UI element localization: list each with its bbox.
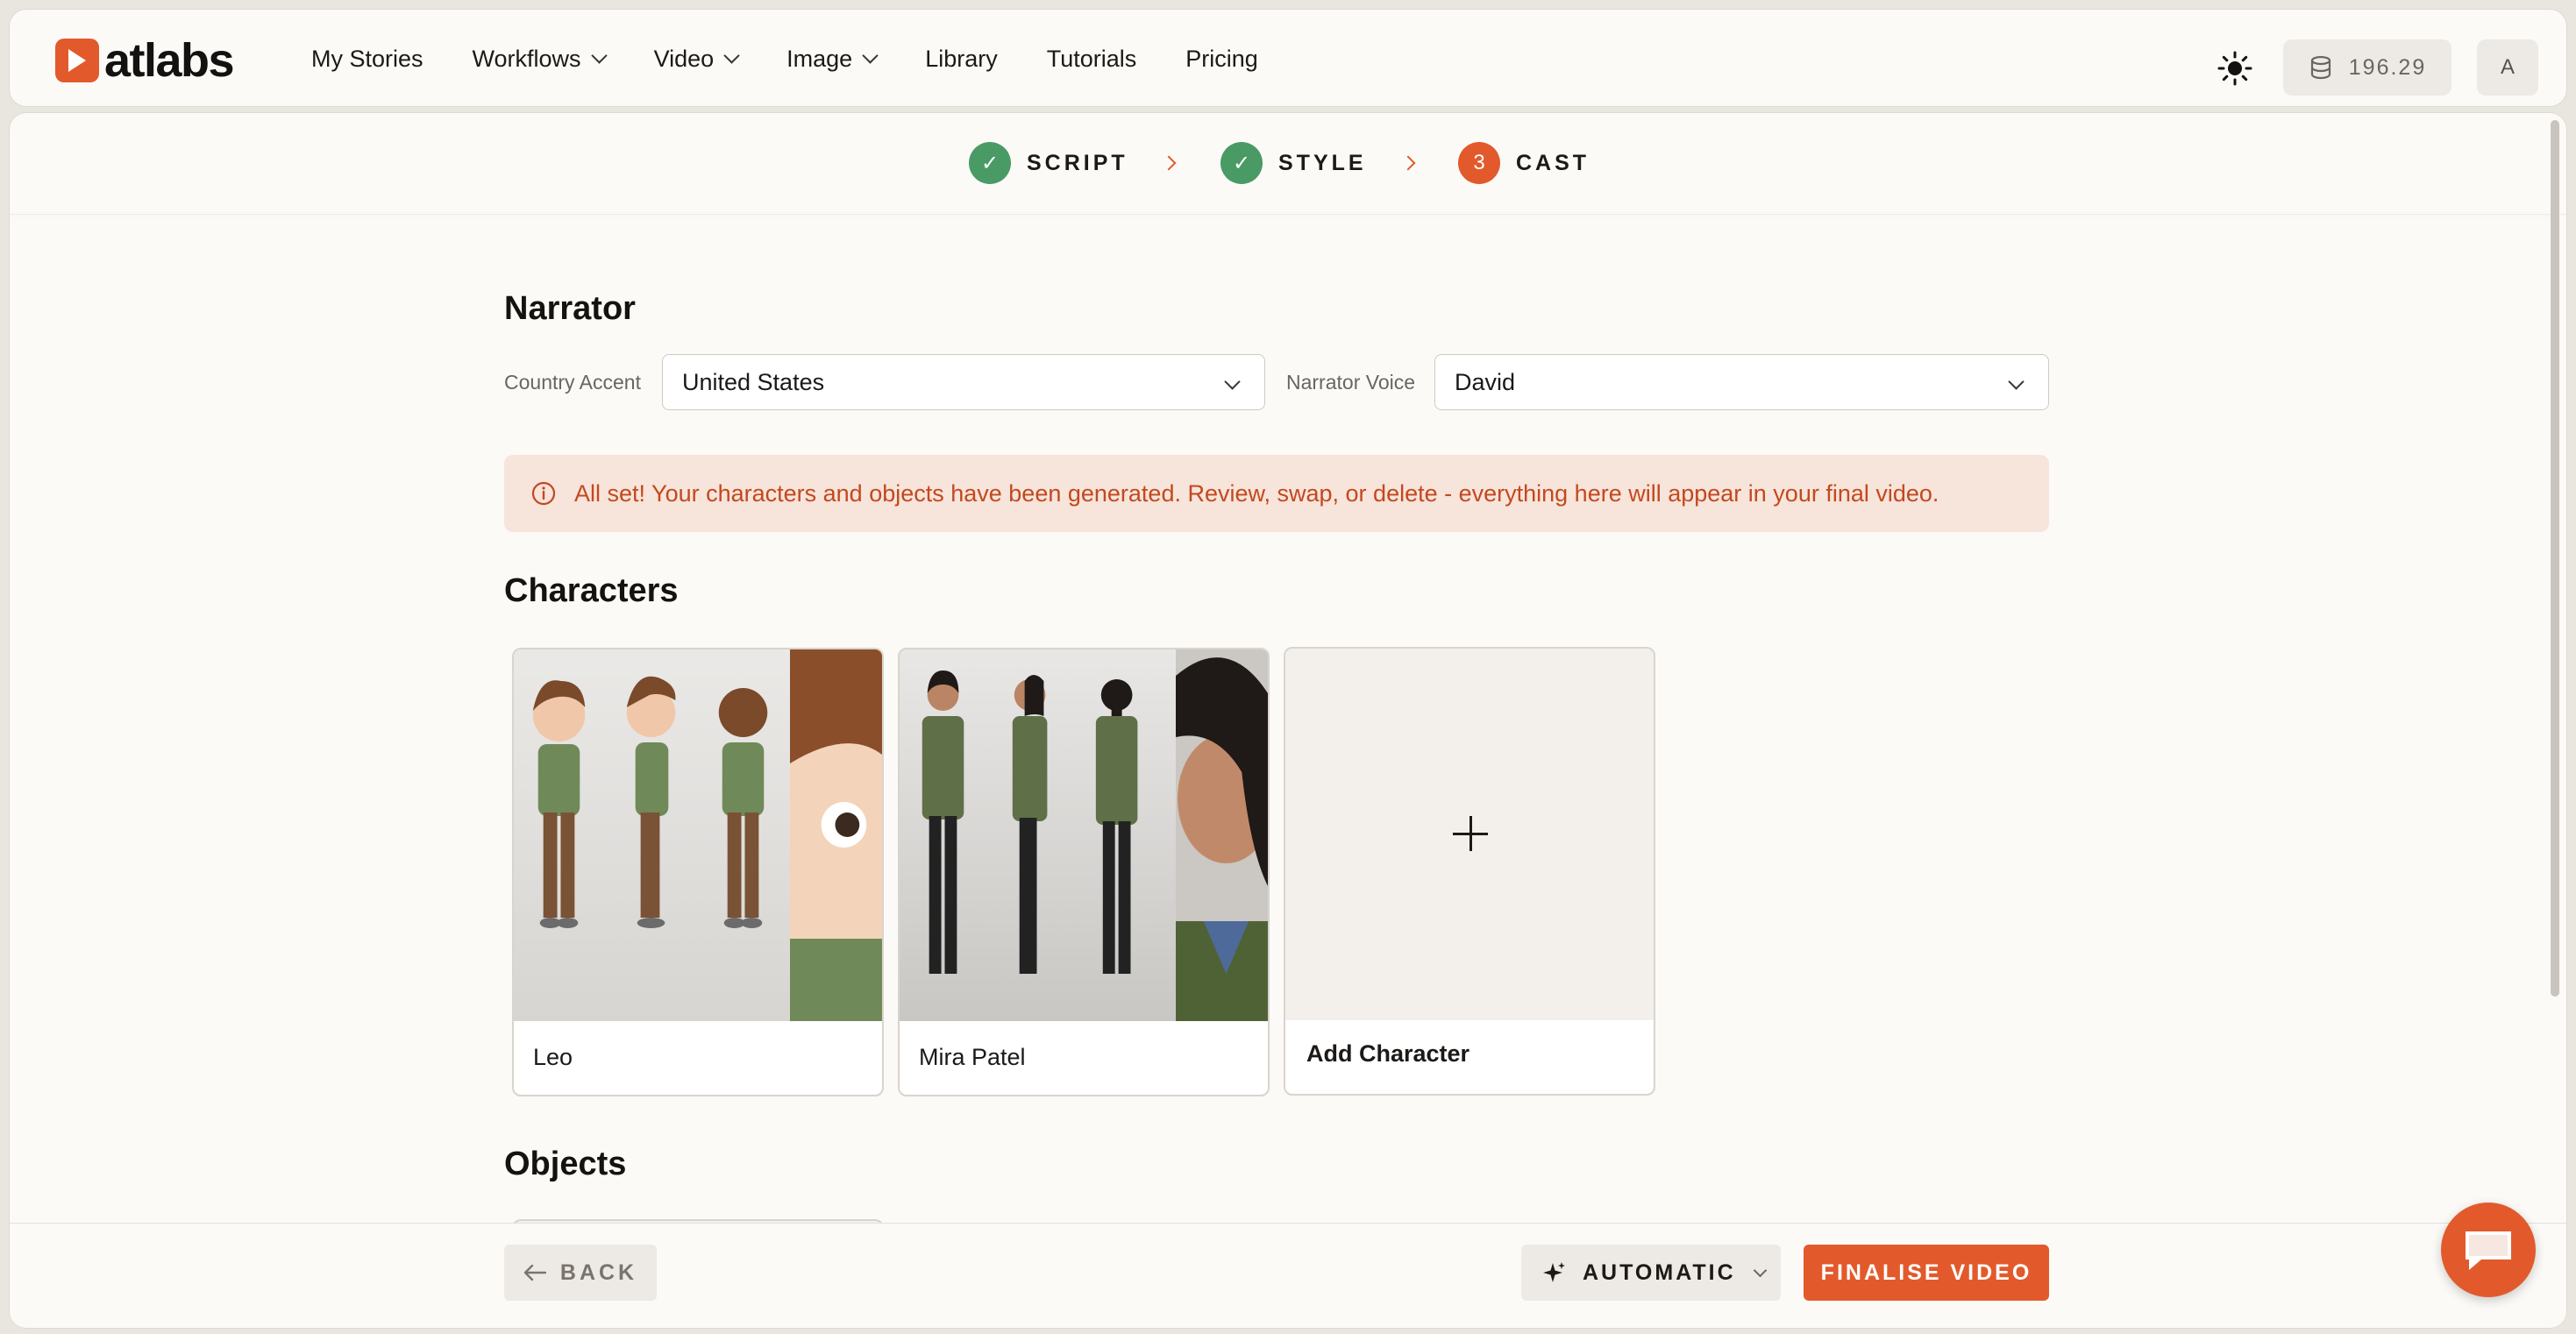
- character-card-leo[interactable]: Leo: [512, 648, 884, 1096]
- nav-label: Tutorials: [1046, 45, 1137, 72]
- credits-balance-button[interactable]: 196.29: [2283, 39, 2451, 96]
- check-icon: ✓: [1220, 142, 1263, 184]
- sparkle-icon: [1543, 1262, 1565, 1282]
- footer-bar: BACK AUTOMATIC FINALISE VIDEO: [10, 1223, 2566, 1328]
- chevron-down-icon: [590, 46, 608, 64]
- nav-item-library[interactable]: Library: [925, 46, 998, 73]
- progress-stepper: ✓ SCRIPT ✓ STYLE 3 CAST: [10, 113, 2566, 215]
- chevron-down-icon: [1224, 373, 1241, 390]
- logo-text: atlabs: [104, 34, 235, 87]
- notice-banner: All set! Your characters and objects hav…: [504, 455, 2049, 532]
- character-card-mira-patel[interactable]: Mira Patel: [898, 648, 1270, 1096]
- chevron-down-icon: [1753, 1263, 1767, 1277]
- finalise-video-button[interactable]: FINALISE VIDEO: [1804, 1245, 2049, 1301]
- chevron-right-icon: [1161, 155, 1177, 171]
- nav-label: Workflows: [472, 45, 581, 72]
- automatic-label: AUTOMATIC: [1583, 1259, 1736, 1285]
- scrollbar-thumb[interactable]: [2551, 120, 2559, 997]
- back-button[interactable]: BACK: [504, 1245, 657, 1301]
- character-image-mira-patel: [900, 649, 1268, 1021]
- user-avatar-button[interactable]: A: [2477, 39, 2538, 96]
- chevron-down-icon: [723, 46, 740, 64]
- add-character-card[interactable]: Add Character: [1284, 647, 1655, 1096]
- nav-item-tutorials[interactable]: Tutorials: [1047, 46, 1137, 73]
- nav-label: My Stories: [311, 45, 423, 72]
- nav-label: Pricing: [1185, 45, 1258, 72]
- chat-support-button[interactable]: [2441, 1203, 2536, 1297]
- chat-bubble-icon: [2466, 1231, 2511, 1270]
- arrow-left-icon: [523, 1264, 546, 1281]
- chevron-down-icon: [862, 46, 879, 64]
- narrator-voice-select[interactable]: David: [1434, 354, 2049, 410]
- nav-item-video[interactable]: Video: [653, 45, 740, 73]
- add-character-label: Add Character: [1306, 1040, 1470, 1067]
- objects-heading: Objects: [504, 1146, 627, 1182]
- notice-text: All set! Your characters and objects hav…: [574, 479, 1939, 507]
- back-label: BACK: [559, 1259, 638, 1285]
- step-script[interactable]: ✓ SCRIPT: [969, 142, 1128, 184]
- nav-item-pricing[interactable]: Pricing: [1185, 46, 1258, 73]
- sun-icon[interactable]: [2217, 51, 2252, 86]
- chevron-down-icon: [2008, 373, 2025, 390]
- characters-heading: Characters: [504, 572, 679, 609]
- step-style[interactable]: ✓ STYLE: [1220, 142, 1367, 184]
- step-label: SCRIPT: [1027, 150, 1128, 175]
- step-number-badge: 3: [1458, 142, 1500, 184]
- check-icon: ✓: [969, 142, 1011, 184]
- country-accent-select[interactable]: United States: [662, 354, 1265, 410]
- main-nav: My Stories Workflows Video Image Library…: [311, 41, 1307, 76]
- narrator-voice-value: David: [1455, 368, 1516, 395]
- nav-item-workflows[interactable]: Workflows: [472, 45, 608, 73]
- nav-item-my-stories[interactable]: My Stories: [311, 46, 423, 73]
- narrator-heading: Narrator: [504, 290, 636, 327]
- step-label: CAST: [1516, 150, 1590, 175]
- logo-mark-icon: [55, 39, 99, 82]
- nav-item-image[interactable]: Image: [786, 45, 879, 73]
- country-accent-value: United States: [682, 368, 825, 395]
- top-navigation-bar: atlabs My Stories Workflows Video Image …: [9, 9, 2567, 107]
- credits-value: 196.29: [2348, 54, 2427, 80]
- nav-label: Library: [925, 45, 998, 72]
- info-icon: [531, 481, 556, 506]
- character-name: Leo: [533, 1044, 573, 1070]
- narrator-voice-label: Narrator Voice: [1286, 371, 1416, 394]
- chevron-right-icon: [1400, 155, 1416, 171]
- character-name: Mira Patel: [919, 1044, 1026, 1070]
- country-accent-label: Country Accent: [504, 371, 641, 394]
- character-image-leo: [514, 649, 882, 1021]
- database-icon: [2310, 55, 2330, 80]
- step-label: STYLE: [1278, 150, 1367, 175]
- automatic-mode-dropdown[interactable]: AUTOMATIC: [1521, 1245, 1781, 1301]
- atlabs-logo[interactable]: atlabs: [55, 34, 235, 87]
- plus-icon: [1453, 816, 1488, 851]
- step-cast[interactable]: 3 CAST: [1458, 142, 1590, 184]
- nav-label: Image: [786, 45, 853, 72]
- nav-label: Video: [653, 45, 715, 72]
- cast-panel: ✓ SCRIPT ✓ STYLE 3 CAST Narrator Country…: [9, 112, 2567, 1329]
- add-character-area: [1285, 649, 1654, 1020]
